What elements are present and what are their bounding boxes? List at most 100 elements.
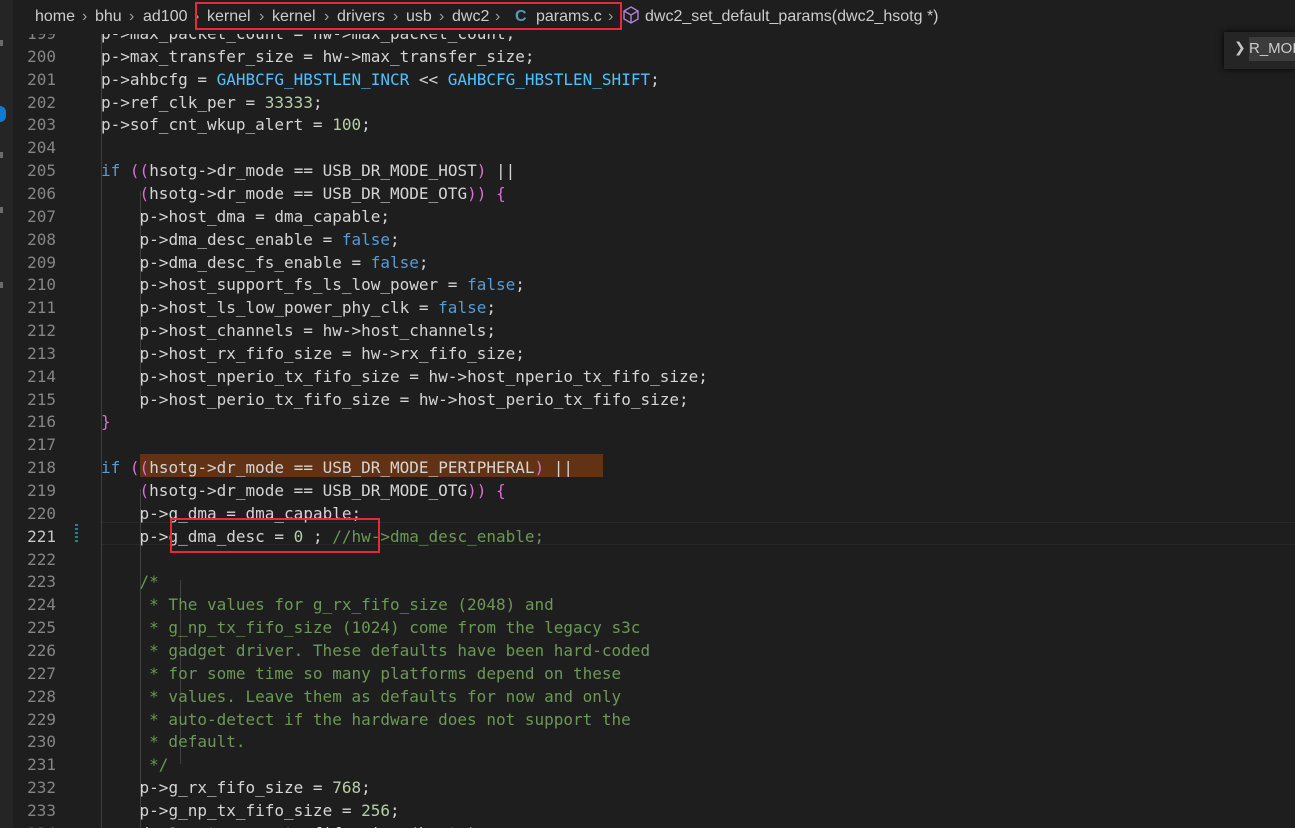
code-line[interactable]: 219 (hsotg->dr_mode == USB_DR_MODE_OTG))… [13, 479, 1295, 502]
code-text[interactable]: if ((hsotg->dr_mode == USB_DR_MODE_HOST)… [101, 159, 515, 182]
code-text[interactable]: p->dma_desc_fs_enable = false; [101, 251, 429, 274]
code-line[interactable]: 234 dwc2_set_param_tx_fifo_sizes(hsotg); [13, 822, 1295, 828]
breadcrumb-item-bhu[interactable]: bhu [95, 8, 122, 26]
code-editor[interactable]: 199 p->max_packet_count = hw->max_packet_… [13, 34, 1295, 828]
line-number: 216 [27, 412, 56, 432]
code-line[interactable]: 229 * auto-detect if the hardware does n… [13, 708, 1295, 731]
code-line[interactable]: 223 /* [13, 570, 1295, 593]
breadcrumb: home › bhu › ad100 › kernel › kernel › d… [13, 0, 1295, 34]
line-number: 220 [27, 503, 56, 523]
code-text[interactable]: * auto-detect if the hardware does not s… [101, 708, 631, 731]
code-line[interactable]: 211 p->host_ls_low_power_phy_clk = false… [13, 296, 1295, 319]
line-number: 213 [27, 343, 56, 363]
line-number: 215 [27, 389, 56, 409]
code-line[interactable]: 231 */ [13, 753, 1295, 776]
code-text[interactable]: (hsotg->dr_mode == USB_DR_MODE_OTG)) { [101, 479, 506, 502]
code-text[interactable]: p->host_nperio_tx_fifo_size = hw->host_n… [101, 365, 708, 388]
code-line[interactable]: 216} [13, 410, 1295, 433]
breadcrumb-item-home[interactable]: home [35, 8, 75, 26]
code-text[interactable]: p->ahbcfg = GAHBCFG_HBSTLEN_INCR << GAHB… [101, 68, 660, 91]
line-number: 224 [27, 595, 56, 615]
code-text[interactable]: p->host_channels = hw->host_channels; [101, 319, 496, 342]
code-line[interactable]: 215 p->host_perio_tx_fifo_size = hw->hos… [13, 388, 1295, 411]
code-line[interactable]: 200 p->max_transfer_size = hw->max_transf… [13, 45, 1295, 68]
code-line[interactable]: 218 if ((hsotg->dr_mode == USB_DR_MODE_PE… [13, 456, 1295, 479]
line-number: 227 [27, 663, 56, 683]
code-text[interactable]: * g_np_tx_fifo_size (1024) come from the… [101, 616, 640, 639]
code-line[interactable]: 233 p->g_np_tx_fifo_size = 256; [13, 799, 1295, 822]
code-text[interactable]: p->sof_cnt_wkup_alert = 100; [101, 113, 371, 136]
code-text[interactable]: * The values for g_rx_fifo_size (2048) a… [101, 593, 554, 616]
code-text[interactable]: p->host_dma = dma_capable; [101, 205, 390, 228]
chevron-right-icon[interactable]: ❯ [1234, 40, 1246, 56]
code-text[interactable]: if ((hsotg->dr_mode == USB_DR_MODE_PERIP… [101, 456, 573, 479]
code-line[interactable]: 225 * g_np_tx_fifo_size (1024) come from… [13, 616, 1295, 639]
method-cube-icon [623, 6, 639, 24]
find-widget[interactable]: ❯ R_MOD [1224, 32, 1295, 69]
code-line[interactable]: 232 p->g_rx_fifo_size = 768; [13, 776, 1295, 799]
line-number: 208 [27, 229, 56, 249]
code-text[interactable]: * for some time so many platforms depend… [101, 662, 621, 685]
code-line[interactable]: 205 if ((hsotg->dr_mode == USB_DR_MODE_HO… [13, 159, 1295, 182]
line-number: 233 [27, 800, 56, 820]
code-line[interactable]: 206 (hsotg->dr_mode == USB_DR_MODE_OTG))… [13, 182, 1295, 205]
code-line[interactable]: 214 p->host_nperio_tx_fifo_size = hw->ho… [13, 365, 1295, 388]
code-text[interactable]: p->max_transfer_size = hw->max_transfer_… [101, 45, 535, 68]
code-text[interactable]: p->ref_clk_per = 33333; [101, 91, 323, 114]
code-line[interactable]: 213 p->host_rx_fifo_size = hw->rx_fifo_s… [13, 342, 1295, 365]
code-line[interactable]: 209 p->dma_desc_fs_enable = false; [13, 251, 1295, 274]
breadcrumb-item-symbol[interactable]: dwc2_set_default_params(dwc2_hsotg *) [645, 8, 939, 26]
code-text[interactable]: dwc2_set_param_tx_fifo_sizes(hsotg); [101, 822, 487, 828]
code-text[interactable]: p->max_packet_count = hw->max_packet_cou… [101, 34, 515, 45]
code-line[interactable]: 227 * for some time so many platforms de… [13, 662, 1295, 685]
code-text[interactable]: * values. Leave them as defaults for now… [101, 685, 621, 708]
chevron-right-icon: › [129, 8, 135, 25]
code-line[interactable]: 228 * values. Leave them as defaults for… [13, 685, 1295, 708]
code-text[interactable]: p->host_rx_fifo_size = hw->rx_fifo_size; [101, 342, 525, 365]
code-line[interactable]: 212 p->host_channels = hw->host_channels… [13, 319, 1295, 342]
line-number: 222 [27, 549, 56, 569]
explorer-badge[interactable] [0, 106, 6, 122]
line-number: 221 [27, 526, 56, 546]
activity-item[interactable] [0, 40, 3, 46]
code-line[interactable]: 230 * default. [13, 730, 1295, 753]
code-line[interactable]: 199 p->max_packet_count = hw->max_packet_… [13, 34, 1295, 45]
code-text[interactable]: } [101, 410, 111, 433]
code-text[interactable]: p->host_ls_low_power_phy_clk = false; [101, 296, 496, 319]
line-number: 232 [27, 778, 56, 798]
activity-item[interactable] [0, 152, 3, 158]
breadcrumb-item-ad100[interactable]: ad100 [143, 8, 188, 26]
code-text[interactable]: p->g_rx_fifo_size = 768; [101, 776, 371, 799]
code-line[interactable]: 208 p->dma_desc_enable = false; [13, 228, 1295, 251]
code-text[interactable]: p->g_np_tx_fifo_size = 256; [101, 799, 400, 822]
activity-item[interactable] [0, 282, 3, 288]
code-text[interactable]: * gadget driver. These defaults have bee… [101, 639, 650, 662]
code-line[interactable]: 204 [13, 136, 1295, 159]
code-line[interactable]: 217 [13, 433, 1295, 456]
code-text[interactable]: /* [101, 570, 159, 593]
code-line[interactable]: 207 p->host_dma = dma_capable; [13, 205, 1295, 228]
activity-item[interactable] [0, 207, 3, 213]
line-number: 200 [27, 46, 56, 66]
code-text[interactable]: * default. [101, 730, 245, 753]
chevron-right-icon: › [82, 8, 88, 25]
activity-bar [0, 0, 13, 828]
code-text[interactable]: (hsotg->dr_mode == USB_DR_MODE_OTG)) { [101, 182, 506, 205]
code-text[interactable]: p->host_support_fs_ls_low_power = false; [101, 273, 525, 296]
code-line[interactable]: 203 p->sof_cnt_wkup_alert = 100; [13, 113, 1295, 136]
line-number: 218 [27, 458, 56, 478]
line-number: 229 [27, 709, 56, 729]
code-line[interactable]: 201 p->ahbcfg = GAHBCFG_HBSTLEN_INCR << G… [13, 68, 1295, 91]
find-input[interactable]: R_MOD [1249, 37, 1295, 61]
code-line[interactable]: 226 * gadget driver. These defaults have… [13, 639, 1295, 662]
line-number: 204 [27, 138, 56, 158]
code-line[interactable]: 224 * The values for g_rx_fifo_size (204… [13, 593, 1295, 616]
line-number: 201 [27, 69, 56, 89]
line-number: 230 [27, 732, 56, 752]
code-line[interactable]: 202 p->ref_clk_per = 33333; [13, 91, 1295, 114]
line-number: 205 [27, 161, 56, 181]
code-text[interactable]: p->dma_desc_enable = false; [101, 228, 400, 251]
code-text[interactable]: p->host_perio_tx_fifo_size = hw->host_pe… [101, 388, 689, 411]
code-line[interactable]: 210 p->host_support_fs_ls_low_power = fa… [13, 273, 1295, 296]
code-text[interactable]: */ [101, 753, 168, 776]
